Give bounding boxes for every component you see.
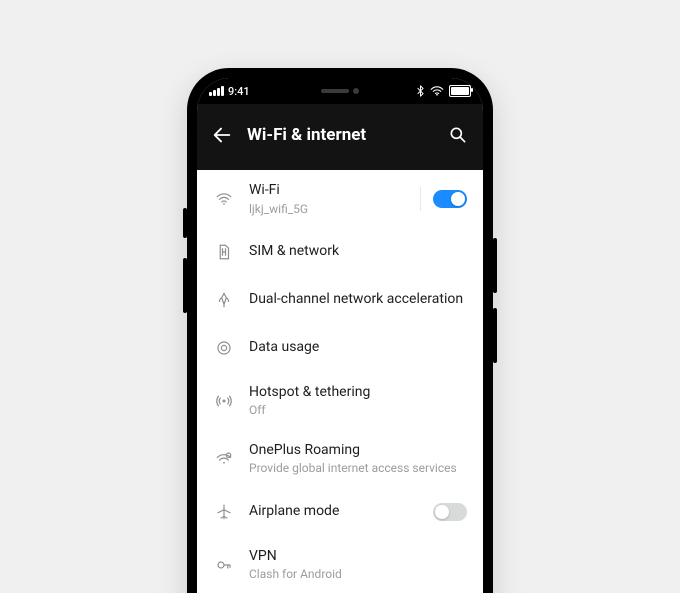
list-item-dual-channel[interactable]: Dual‑channel network acceleration <box>197 276 483 324</box>
list-item-text: Dual‑channel network acceleration <box>249 291 467 309</box>
settings-list: Wi‑Fi ljkj_wifi_5G SIM & network <box>197 170 483 593</box>
list-item-label: Data usage <box>249 339 467 357</box>
side-button <box>493 308 497 363</box>
list-item-text: Airplane mode <box>249 503 417 521</box>
list-item-label: SIM & network <box>249 243 467 261</box>
side-button <box>493 238 497 293</box>
status-time: 9:41 <box>228 85 250 98</box>
list-item-roaming[interactable]: OnePlus Roaming Provide global internet … <box>197 430 483 488</box>
screen: 9:41 Wi‑Fi & internet <box>197 78 483 593</box>
list-item-label: Wi‑Fi <box>249 182 404 200</box>
speaker <box>321 89 349 93</box>
list-item-text: VPN Clash for Android <box>249 548 467 582</box>
wifi-status-icon <box>430 86 444 96</box>
list-item-label: Dual‑channel network acceleration <box>249 291 467 309</box>
list-item-label: OnePlus Roaming <box>249 442 467 460</box>
status-right <box>381 85 477 97</box>
list-item-label: Airplane mode <box>249 503 417 521</box>
list-item-text: OnePlus Roaming Provide global internet … <box>249 442 467 476</box>
list-item-sub: Provide global internet access services <box>249 461 467 475</box>
airplane-toggle[interactable] <box>433 503 467 521</box>
bluetooth-icon <box>416 85 425 97</box>
wifi-toggle[interactable] <box>433 190 467 208</box>
list-item-sub: Off <box>249 403 467 417</box>
list-item-wifi[interactable]: Wi‑Fi ljkj_wifi_5G <box>197 170 483 228</box>
side-button <box>183 258 187 313</box>
vpn-icon <box>215 556 233 574</box>
battery-icon <box>449 85 471 97</box>
sim-icon <box>215 243 233 261</box>
wifi-icon <box>215 190 233 208</box>
list-item-label: Hotspot & tethering <box>249 384 467 402</box>
list-item-vpn[interactable]: VPN Clash for Android <box>197 536 483 593</box>
list-item-label: VPN <box>249 548 467 566</box>
list-item-sub: Clash for Android <box>249 567 467 581</box>
list-item-data-usage[interactable]: Data usage <box>197 324 483 372</box>
list-item-text: Wi‑Fi ljkj_wifi_5G <box>249 182 404 216</box>
camera-icon <box>353 88 359 94</box>
app-header: Wi‑Fi & internet <box>197 104 483 170</box>
phone-frame: 9:41 Wi‑Fi & internet <box>187 68 493 593</box>
list-item-text: SIM & network <box>249 243 467 261</box>
list-item-sim[interactable]: SIM & network <box>197 228 483 276</box>
list-item-text: Data usage <box>249 339 467 357</box>
signal-icon <box>209 86 224 96</box>
rocket-icon <box>215 291 233 309</box>
search-button[interactable] <box>447 124 469 146</box>
hotspot-icon <box>215 392 233 410</box>
back-button[interactable] <box>211 124 233 146</box>
stage: 9:41 Wi‑Fi & internet <box>0 0 680 593</box>
data-usage-icon <box>215 339 233 357</box>
side-button <box>183 208 187 238</box>
airplane-icon <box>215 503 233 521</box>
status-left: 9:41 <box>203 85 299 98</box>
list-item-hotspot[interactable]: Hotspot & tethering Off <box>197 372 483 430</box>
list-item-airplane[interactable]: Airplane mode <box>197 488 483 536</box>
page-title: Wi‑Fi & internet <box>247 125 433 145</box>
notch <box>292 78 388 104</box>
list-item-sub: ljkj_wifi_5G <box>249 202 404 216</box>
list-item-text: Hotspot & tethering Off <box>249 384 467 418</box>
roaming-icon <box>215 450 233 468</box>
divider <box>420 187 421 211</box>
